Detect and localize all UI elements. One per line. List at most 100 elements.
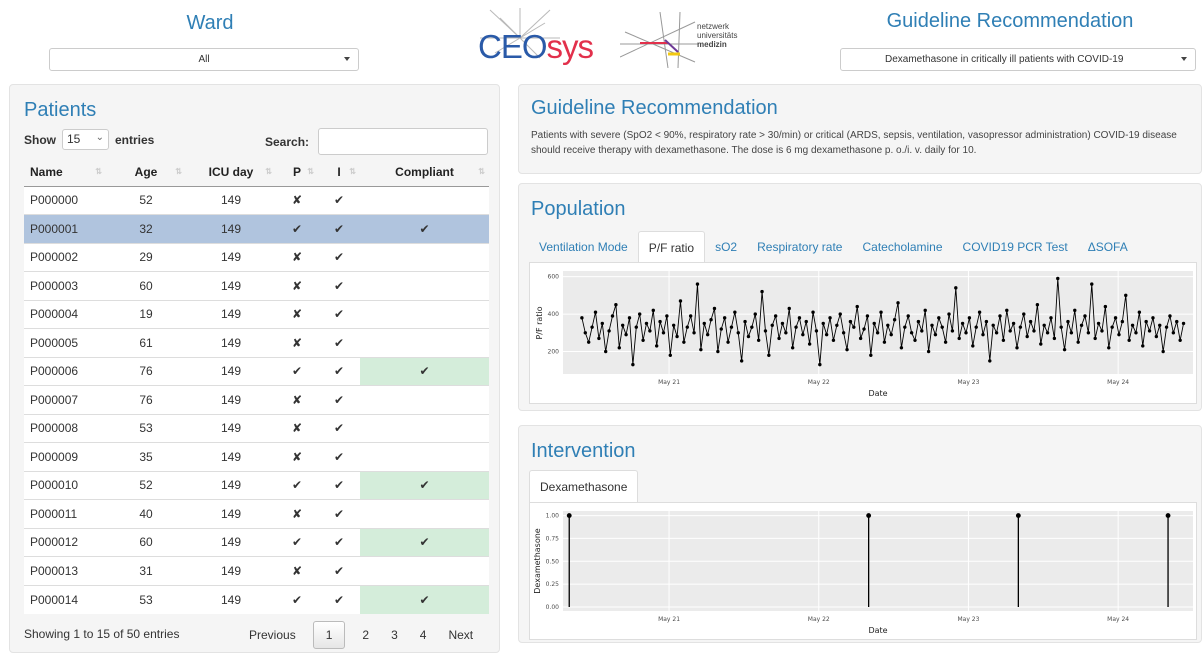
ceosys-logo-part-1: CEO: [478, 28, 548, 65]
data-point: [593, 310, 598, 314]
data-point: [709, 317, 713, 322]
ward-title: Ward: [186, 12, 234, 34]
cell-name: P000003: [24, 271, 106, 300]
data-point: [1066, 319, 1070, 324]
cell-icu-day: 149: [186, 385, 276, 414]
data-point: [600, 321, 604, 326]
data-point: [1100, 329, 1104, 333]
cell-name: P000002: [24, 242, 106, 272]
cell-icu-day: 149: [186, 556, 276, 585]
entries-label: entries: [115, 132, 155, 147]
page-button-3[interactable]: 3: [380, 628, 409, 642]
cell-age: 52: [106, 470, 186, 500]
data-point: [671, 323, 676, 328]
cell-p: ✔: [276, 356, 318, 386]
table-row[interactable]: P000007 76 149 ✘ ✔: [24, 385, 489, 414]
data-point: [733, 310, 737, 314]
data-point: [644, 321, 649, 326]
tab-delta-sofa[interactable]: ΔSOFA: [1078, 231, 1138, 264]
data-point: [1062, 347, 1067, 352]
data-point: [814, 329, 819, 333]
table-row[interactable]: P000005 61 149 ✘ ✔: [24, 328, 489, 357]
data-point: [831, 338, 836, 342]
tab-respiratory-rate[interactable]: Respiratory rate: [747, 231, 852, 264]
table-row[interactable]: P000008 53 149 ✘ ✔: [24, 413, 489, 443]
data-point: [597, 336, 601, 341]
previous-page-button[interactable]: Previous: [238, 628, 307, 642]
tab-catecholamine[interactable]: Catecholamine: [852, 231, 952, 264]
data-point: [1022, 312, 1026, 316]
page-button-1[interactable]: 1: [312, 621, 346, 649]
guideline-select[interactable]: Dexamethasone in critically ill patients…: [840, 48, 1196, 71]
y-tick-label: 400: [548, 311, 560, 318]
next-page-button[interactable]: Next: [437, 628, 484, 642]
tab-covid19-pcr-test[interactable]: COVID19 PCR Test: [953, 231, 1078, 264]
entries-length-select[interactable]: 15 ⌄: [62, 129, 109, 150]
data-point: [909, 331, 914, 335]
cell-p: ✔: [276, 584, 318, 614]
page-button-2[interactable]: 2: [351, 628, 380, 642]
tab-so2[interactable]: sO2: [705, 231, 747, 264]
data-point: [1018, 325, 1023, 329]
x-axis-label: Date: [868, 626, 887, 635]
table-row[interactable]: P000002 29 149 ✘ ✔: [24, 242, 489, 272]
netzwerk-logo-line-3: medizin: [697, 40, 727, 49]
cell-i: ✔: [318, 299, 360, 329]
cell-name: P000013: [24, 556, 106, 585]
data-point: [845, 347, 849, 352]
data-point: [1158, 323, 1162, 328]
data-point: [855, 304, 859, 309]
table-row[interactable]: P000014 53 149 ✔ ✔ ✔: [24, 584, 489, 614]
data-point: [1069, 331, 1074, 335]
tab-ventilation-mode[interactable]: Ventilation Mode: [529, 231, 638, 264]
table-row[interactable]: P000006 76 149 ✔ ✔ ✔: [24, 356, 489, 386]
patients-table-body: P000000 52 149 ✘ ✔ P000001 32 149 ✔ ✔ ✔ P000002 29…: [24, 185, 489, 614]
cell-compliant: [360, 385, 489, 414]
data-point: [1171, 331, 1176, 335]
search-input[interactable]: [318, 128, 488, 155]
table-row[interactable]: P000001 32 149 ✔ ✔ ✔: [24, 214, 489, 243]
y-axis-label: Dexamethasone: [533, 528, 542, 594]
column-header-compliant[interactable]: Compliant ⇅: [360, 159, 489, 187]
cell-age: 52: [106, 185, 186, 215]
cell-icu-day: 149: [186, 499, 276, 528]
column-header-age[interactable]: Age ⇅: [106, 159, 186, 187]
table-row[interactable]: P000009 35 149 ✘ ✔: [24, 442, 489, 471]
cell-name: P000008: [24, 413, 106, 443]
data-point: [1086, 331, 1091, 335]
column-header-i[interactable]: I ⇅: [318, 159, 360, 187]
column-header-name[interactable]: Name ⇅: [24, 159, 106, 187]
intervention-title: Intervention: [531, 440, 636, 462]
pagination: Previous 1 2 3 4 Next: [238, 621, 484, 649]
data-point: [627, 316, 632, 320]
cell-compliant: [360, 242, 489, 272]
cell-i: ✔: [318, 499, 360, 528]
cell-p: ✘: [276, 499, 318, 528]
table-row[interactable]: P000013 31 149 ✘ ✔: [24, 556, 489, 585]
sort-icon: ⇅: [265, 167, 272, 176]
ward-select[interactable]: All: [49, 48, 359, 71]
table-row[interactable]: P000003 60 149 ✘ ✔: [24, 271, 489, 300]
table-row[interactable]: P000004 19 149 ✘ ✔: [24, 299, 489, 329]
netzwerk-logo-line-1: netzwerk: [697, 22, 730, 31]
guideline-selector-title: Guideline Recommendation: [886, 10, 1134, 32]
data-point: [603, 349, 608, 354]
table-row[interactable]: P000010 52 149 ✔ ✔ ✔: [24, 470, 489, 500]
guideline-panel: Guideline Recommendation Patients with s…: [518, 84, 1202, 174]
cell-compliant: ✔: [360, 214, 489, 243]
table-row[interactable]: P000012 60 149 ✔ ✔ ✔: [24, 527, 489, 557]
page-button-4[interactable]: 4: [409, 628, 438, 642]
table-row[interactable]: P000000 52 149 ✘ ✔: [24, 185, 489, 215]
data-point: [1124, 293, 1128, 298]
data-point: [1035, 303, 1040, 307]
tab-dexamethasone[interactable]: Dexamethasone: [529, 470, 639, 503]
y-tick-label: 1.00: [546, 513, 560, 520]
column-header-p[interactable]: P ⇅: [276, 159, 318, 187]
tab-pf-ratio[interactable]: P/F ratio: [637, 231, 706, 264]
data-point: [824, 332, 829, 337]
column-header-icu-day[interactable]: ICU day ⇅: [186, 159, 276, 187]
data-point: [1117, 332, 1121, 337]
cell-i: ✔: [318, 442, 360, 471]
ceosys-logo-part-2: sys: [546, 28, 594, 65]
table-row[interactable]: P000011 40 149 ✘ ✔: [24, 499, 489, 528]
